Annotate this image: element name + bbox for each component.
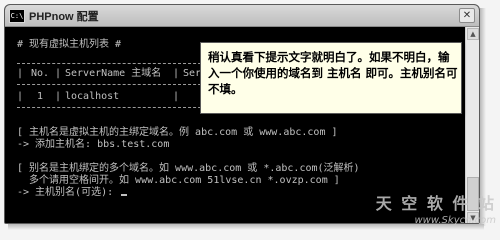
site-watermark: 天 空 软 件 站 www.Skycn.com [372, 194, 496, 234]
table-separator: | [55, 91, 62, 102]
table-separator: | [17, 91, 24, 102]
hostname-prompt: -> 添加主机名: bbs.test.com [17, 139, 170, 150]
scroll-up-arrow-icon[interactable]: ▲ [467, 28, 479, 40]
console-window: C:\ PHPnow 配置 ✕ # 现有虚拟主机列表 # | No. | Ser… [4, 4, 480, 224]
table-cell-no: 1 [37, 91, 44, 102]
table-separator: | [173, 68, 180, 79]
table-separator: | [17, 68, 24, 79]
table-cell-servername: localhost [65, 91, 120, 102]
watermark-url: www.Skycn.com [414, 215, 496, 226]
title-bar[interactable]: C:\ PHPnow 配置 ✕ [5, 5, 479, 27]
window-title: PHPnow 配置 [29, 11, 99, 23]
watermark-cn: 天 空 软 件 站 [375, 194, 496, 213]
close-button[interactable]: ✕ [459, 8, 475, 23]
annotation-text: 稍认真看下提示文字就明白了。如果不明白，输入一个你使用的域名到 主机名 即可。主… [208, 50, 458, 96]
alias-hint-example: 多个请用空格间开。如 www.abc.com 51lvse.cn *.ovzp.… [17, 175, 340, 186]
alias-hint: [ 别名是主机绑定的多个域名。如 www.abc.com 或 *.abc.com… [17, 163, 360, 174]
alias-prompt: -> 主机别名(可选): [17, 187, 120, 198]
close-icon: ✕ [462, 10, 472, 21]
vhost-list-header: # 现有虚拟主机列表 # [17, 39, 122, 50]
table-header-no: No. [31, 68, 50, 79]
table-header-servername: ServerName 主域名 [65, 68, 162, 79]
alias-prompt-line[interactable]: -> 主机别名(可选): [17, 187, 128, 199]
annotation-callout: 稍认真看下提示文字就明白了。如果不明白，输入一个你使用的域名到 主机名 即可。主… [200, 42, 462, 114]
text-cursor [121, 194, 128, 196]
hostname-hint: [ 主机名是虚拟主机的主绑定域名。例 abc.com 或 www.abc.com… [17, 127, 338, 138]
table-separator: | [173, 91, 180, 102]
table-separator: | [55, 68, 62, 79]
console-app-icon: C:\ [9, 9, 25, 23]
